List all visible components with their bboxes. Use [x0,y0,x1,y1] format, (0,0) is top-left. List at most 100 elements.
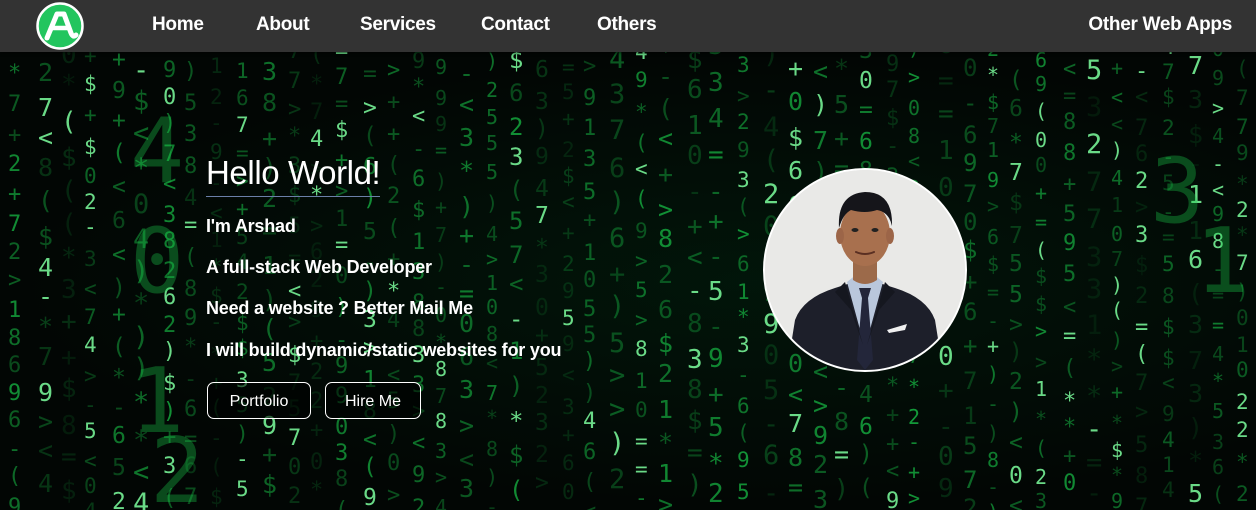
nav-services-link[interactable]: Services [360,14,436,36]
portfolio-button[interactable]: Portfolio [207,382,311,419]
matrix-glyph: 3 [61,275,77,305]
matrix-glyph: 0 [387,451,400,476]
matrix-glyph: < [562,363,575,387]
matrix-glyph: 0 [1063,471,1076,496]
matrix-glyph: 6 [112,423,126,449]
matrix-glyph: - [1135,59,1148,84]
matrix-glyph: 8 [1162,284,1175,308]
matrix-glyph: 7 [1135,495,1148,510]
matrix-glyph: 5 [583,297,596,322]
matrix-glyph: - [687,276,703,306]
matrix-glyph: * [1212,369,1224,393]
matrix-glyph: ( [387,153,400,178]
matrix-glyph-large: 1 [1195,209,1249,314]
matrix-glyph: * [1236,450,1249,474]
matrix-glyph: 6 [987,225,999,249]
matrix-glyph: 4 [435,495,447,510]
matrix-glyph: * [1063,389,1076,414]
matrix-glyph: 9 [562,279,575,303]
matrix-glyph: - [763,478,779,509]
matrix-glyph: > [38,407,53,436]
matrix-glyph: - [886,134,899,159]
matrix-glyph: 8 [1135,464,1148,489]
nav-others-link[interactable]: Others [597,14,657,36]
matrix-glyph: $ [335,118,348,143]
matrix-glyph: - [987,309,999,333]
matrix-glyph: ) [1111,138,1123,162]
matrix-glyph: 8 [163,52,176,53]
matrix-glyph: 6 [859,129,873,155]
matrix-glyph: 8 [38,153,53,182]
matrix-glyph: 0 [1236,358,1249,382]
nav-other-web-apps-link[interactable]: Other Web Apps [1088,14,1232,36]
matrix-glyph: * [708,449,724,479]
matrix-glyph: < [1135,85,1148,110]
matrix-glyph: 7 [310,100,323,125]
matrix-glyph: 7 [963,367,977,395]
matrix-glyph: 1 [412,230,425,255]
matrix-glyph: + [262,440,277,469]
matrix-glyph: ( [658,94,673,123]
matrix-glyph: - [435,275,447,299]
matrix-glyph: 7 [886,78,899,103]
matrix-glyph: 3 [459,474,474,503]
matrix-glyph: - [112,395,126,421]
nav-about-link[interactable]: About [256,14,310,36]
matrix-glyph: 4 [38,253,53,282]
matrix-glyph: 6 [963,121,977,149]
matrix-glyph: - [708,177,724,207]
matrix-glyph: 7 [1111,247,1123,271]
matrix-glyph: 0 [1212,52,1224,61]
matrix-glyph: < [84,449,97,473]
matrix-glyph: 0 [61,52,77,70]
matrix-glyph: + [834,124,849,153]
matrix-glyph: ( [1035,436,1047,460]
matrix-glyph: - [459,59,474,88]
matrix-glyph-large: 2 [150,419,204,510]
matrix-glyph: 2 [163,313,176,338]
matrix-glyph: < [635,157,648,181]
matrix-glyph: ( [61,209,77,239]
matrix-glyph: > [1212,96,1224,120]
matrix-glyph: < [788,380,803,409]
matrix-glyph: ) [859,441,873,467]
matrix-glyph: - [687,177,703,207]
matrix-glyph: 8 [435,409,447,433]
matrix-glyph: 0 [1111,222,1123,246]
matrix-glyph: 6 [737,252,750,276]
nav-home-link[interactable]: Home [152,14,204,36]
matrix-glyph: * [509,407,523,435]
matrix-glyph: 1 [938,136,954,166]
matrix-glyph: 3 [708,52,724,61]
nav-contact-link[interactable]: Contact [481,14,550,36]
matrix-glyph: = [363,61,377,87]
matrix-glyph: = [1009,52,1023,60]
matrix-glyph: < [412,104,425,129]
matrix-glyph: 7 [1086,167,1102,198]
matrix-glyph: 4 [84,333,97,357]
matrix-glyph: + [459,221,474,250]
matrix-glyph: 2 [708,479,724,509]
matrix-glyph: 7 [509,241,523,269]
matrix-glyph: 2 [737,110,750,134]
matrix-glyph: ) [987,500,999,510]
matrix-glyph: + [8,123,21,148]
matrix-glyph: 3 [562,395,575,419]
matrix-glyph: 3 [1188,85,1203,114]
matrix-glyph: 8 [687,375,703,405]
matrix-glyph: $ [1162,315,1175,339]
matrix-glyph: 7 [1135,116,1148,141]
matrix-glyph: 9 [938,474,954,504]
matrix-glyph-large: 0 [130,209,184,314]
matrix-glyph: 6 [763,440,779,471]
matrix-glyph: 9 [583,86,596,111]
matrix-glyph: 7 [813,126,828,155]
matrix-glyph: ( [1212,482,1224,506]
matrix-glyph: 7 [288,426,301,451]
matrix-glyph: $ [687,406,703,436]
matrix-glyph: * [1063,415,1076,440]
matrix-glyph: - [236,447,249,471]
matrix-glyph: 4 [310,127,323,152]
hire-me-button[interactable]: Hire Me [325,382,421,419]
matrix-glyph: $ [61,374,77,404]
